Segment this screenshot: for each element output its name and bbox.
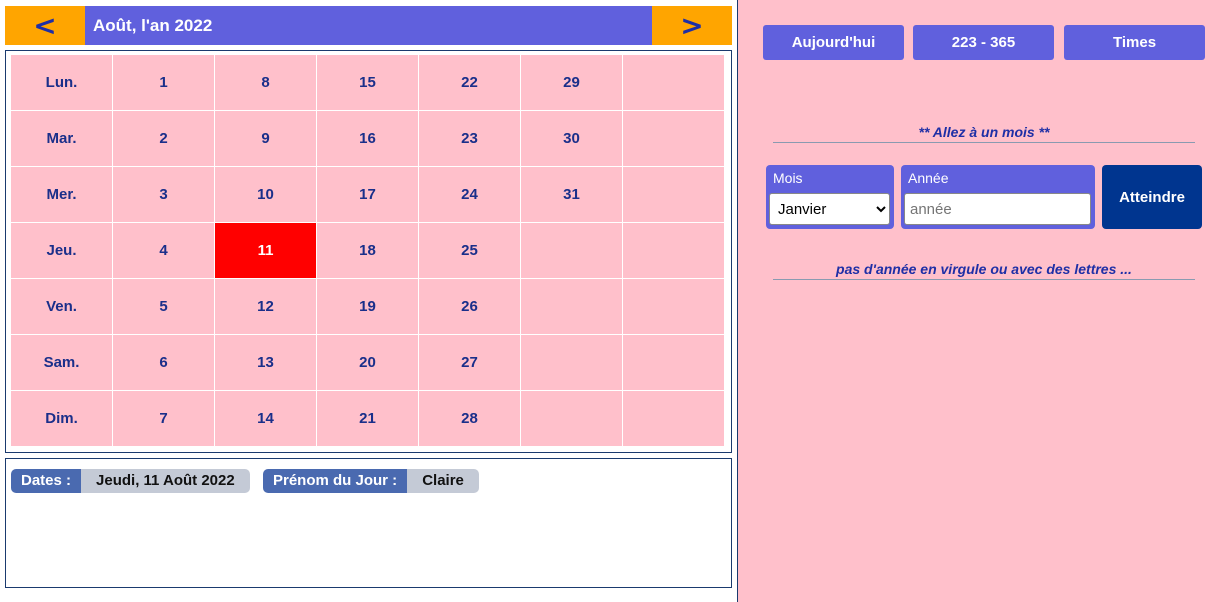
day-cell[interactable]: 22: [419, 55, 521, 111]
month-select[interactable]: Janvier: [769, 193, 890, 225]
day-cell[interactable]: 29: [521, 55, 623, 111]
empty-day-cell: [623, 55, 725, 111]
day-cell[interactable]: 6: [113, 335, 215, 391]
weekday-label: Mar.: [11, 111, 113, 167]
day-cell[interactable]: 13: [215, 335, 317, 391]
next-month-button[interactable]: >: [652, 6, 732, 45]
day-cell[interactable]: 8: [215, 55, 317, 111]
year-input[interactable]: [904, 193, 1091, 225]
date-label: Dates :: [11, 469, 82, 493]
day-cell[interactable]: 18: [317, 223, 419, 279]
day-cell[interactable]: 10: [215, 167, 317, 223]
weekday-label: Sam.: [11, 335, 113, 391]
go-button[interactable]: Atteindre: [1102, 165, 1202, 229]
date-info-panel: Dates : Jeudi, 11 Août 2022 Prénom du Jo…: [5, 458, 732, 588]
empty-day-cell: [623, 167, 725, 223]
day-cell[interactable]: 1: [113, 55, 215, 111]
day-cell[interactable]: 26: [419, 279, 521, 335]
day-cell[interactable]: 23: [419, 111, 521, 167]
calendar-panel: < Août, l'an 2022 > Lun. 1 8 15 22 29 Mar. 2 9 16…: [0, 0, 738, 602]
empty-day-cell: [623, 111, 725, 167]
day-cell[interactable]: 28: [419, 391, 521, 447]
day-cell[interactable]: 17: [317, 167, 419, 223]
year-format-warning: pas d'année en virgule ou avec des lettr…: [773, 261, 1195, 280]
calendar-grid: Lun. 1 8 15 22 29 Mar. 2 9 16 23 30 Mer. 3 10 17 24 31 Jeu…: [11, 55, 725, 447]
day-cell[interactable]: 20: [317, 335, 419, 391]
empty-day-cell: [623, 279, 725, 335]
day-cell[interactable]: 12: [215, 279, 317, 335]
calendar-header: < Août, l'an 2022 >: [5, 6, 732, 45]
day-cell[interactable]: 15: [317, 55, 419, 111]
day-cell[interactable]: 14: [215, 391, 317, 447]
day-cell[interactable]: 21: [317, 391, 419, 447]
date-value: Jeudi, 11 Août 2022: [81, 469, 250, 493]
day-cell[interactable]: 9: [215, 111, 317, 167]
empty-day-cell: [521, 223, 623, 279]
day-count-button[interactable]: 223 - 365: [913, 25, 1054, 60]
day-cell[interactable]: 24: [419, 167, 521, 223]
day-cell[interactable]: 19: [317, 279, 419, 335]
empty-day-cell: [623, 223, 725, 279]
empty-day-cell: [521, 391, 623, 447]
times-button[interactable]: Times: [1064, 25, 1205, 60]
day-cell[interactable]: 5: [113, 279, 215, 335]
name-pill: Prénom du Jour : Claire: [263, 469, 479, 493]
date-pill: Dates : Jeudi, 11 Août 2022: [11, 469, 250, 493]
day-cell[interactable]: 16: [317, 111, 419, 167]
name-value: Claire: [407, 469, 479, 493]
year-label: Année: [908, 170, 949, 186]
today-button[interactable]: Aujourd'hui: [763, 25, 904, 60]
empty-day-cell: [623, 391, 725, 447]
month-label: Mois: [773, 170, 803, 186]
day-cell[interactable]: 30: [521, 111, 623, 167]
selected-day-cell[interactable]: 11: [215, 223, 317, 279]
weekday-label: Lun.: [11, 55, 113, 111]
day-cell[interactable]: 3: [113, 167, 215, 223]
year-field-group: Année: [901, 165, 1095, 229]
weekday-label: Dim.: [11, 391, 113, 447]
weekday-label: Jeu.: [11, 223, 113, 279]
empty-day-cell: [623, 335, 725, 391]
calendar-frame: Lun. 1 8 15 22 29 Mar. 2 9 16 23 30 Mer. 3 10 17 24 31 Jeu…: [5, 50, 732, 453]
day-cell[interactable]: 2: [113, 111, 215, 167]
previous-month-button[interactable]: <: [5, 6, 85, 45]
month-title: Août, l'an 2022: [93, 16, 213, 35]
month-field-group: Mois Janvier: [766, 165, 894, 229]
weekday-label: Ven.: [11, 279, 113, 335]
empty-day-cell: [521, 335, 623, 391]
day-cell[interactable]: 25: [419, 223, 521, 279]
goto-month-title: ** Allez à un mois **: [773, 124, 1195, 143]
day-cell[interactable]: 7: [113, 391, 215, 447]
day-cell[interactable]: 31: [521, 167, 623, 223]
weekday-label: Mer.: [11, 167, 113, 223]
day-cell[interactable]: 27: [419, 335, 521, 391]
controls-panel: Aujourd'hui 223 - 365 Times ** Allez à u…: [738, 0, 1229, 602]
day-cell[interactable]: 4: [113, 223, 215, 279]
name-label: Prénom du Jour :: [263, 469, 408, 493]
empty-day-cell: [521, 279, 623, 335]
